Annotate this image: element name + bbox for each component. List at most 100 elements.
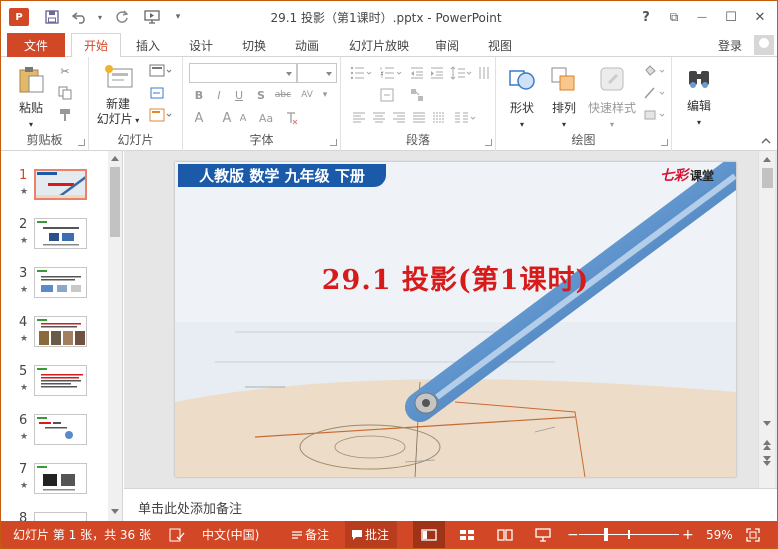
text-shadow-icon[interactable]: S — [253, 87, 269, 103]
shapes-button[interactable]: 形状 ▾ — [502, 65, 542, 132]
subject-label[interactable]: 人教版 数学 九年级 下册 — [178, 164, 386, 187]
shape-effects-icon[interactable] — [642, 107, 666, 123]
zoom-out-button[interactable]: − — [567, 521, 579, 548]
language-indicator[interactable]: 中文(中国) — [202, 521, 259, 548]
increase-font-size-icon[interactable]: A — [219, 110, 235, 126]
columns-icon[interactable] — [453, 110, 477, 126]
fit-slide-button[interactable] — [746, 521, 760, 548]
slide-show-button[interactable] — [535, 521, 551, 548]
scroll-thumb[interactable] — [762, 168, 773, 188]
underline-icon[interactable]: U — [231, 87, 247, 103]
slide-thumbnail-2[interactable]: 2 ★ — [1, 217, 107, 266]
align-center-icon[interactable] — [371, 110, 387, 126]
align-text-icon[interactable] — [379, 87, 395, 103]
scroll-up-arrow-icon[interactable] — [111, 156, 119, 161]
paste-button[interactable]: 粘贴 ▾ — [11, 65, 51, 132]
slide-thumbnail-4[interactable]: 4 ★ — [1, 315, 107, 364]
brand-mark[interactable]: 七彩 课堂 — [660, 164, 714, 186]
comments-toggle[interactable]: 批注 — [345, 521, 398, 548]
slide-sorter-button[interactable] — [459, 521, 475, 548]
ribbon-display-options-button[interactable]: ⧉ — [661, 6, 687, 28]
justify-icon[interactable] — [411, 110, 427, 126]
collapse-ribbon-icon[interactable] — [758, 133, 774, 149]
font-launcher-icon[interactable] — [330, 139, 337, 146]
scroll-down-arrow-icon[interactable] — [111, 509, 119, 514]
tab-transitions[interactable]: 切换 — [232, 33, 276, 57]
tab-file[interactable]: 文件 — [7, 33, 65, 57]
slide-thumbnail-1[interactable]: 1 ★ — [1, 168, 107, 217]
reading-view-button[interactable] — [497, 521, 513, 548]
scroll-thumb[interactable] — [110, 167, 120, 237]
slide-thumbnail-6[interactable]: 6 ★ — [1, 413, 107, 462]
tab-design[interactable]: 设计 — [179, 33, 223, 57]
slide-thumbnail-7[interactable]: 7 ★ — [1, 462, 107, 511]
tab-home[interactable]: 开始 — [71, 33, 121, 58]
layout-icon[interactable] — [149, 63, 173, 79]
tab-insert[interactable]: 插入 — [126, 33, 170, 57]
powerpoint-logo-icon[interactable]: P — [9, 8, 29, 26]
zoom-slider[interactable] — [579, 521, 679, 548]
line-spacing-icon[interactable] — [449, 65, 473, 81]
maximize-button[interactable]: ☐ — [718, 6, 744, 28]
decrease-indent-icon[interactable] — [409, 65, 425, 81]
save-icon[interactable] — [43, 8, 61, 26]
paragraph-launcher-icon[interactable] — [485, 139, 492, 146]
help-button[interactable]: ? — [633, 6, 659, 28]
tab-animations[interactable]: 动画 — [285, 33, 329, 57]
zoom-level[interactable]: 59% — [706, 521, 733, 548]
thumbnails-scrollbar[interactable] — [108, 151, 122, 521]
section-icon[interactable] — [149, 107, 173, 123]
slide-thumbnail-3[interactable]: 3 ★ — [1, 266, 107, 315]
spell-check-icon[interactable] — [169, 521, 185, 548]
reset-slide-icon[interactable] — [149, 85, 165, 101]
slide-thumbnail-5[interactable]: 5 ★ — [1, 364, 107, 413]
bullets-icon[interactable] — [349, 65, 373, 81]
align-right-icon[interactable] — [391, 110, 407, 126]
sign-in-link[interactable]: 登录 — [718, 37, 742, 54]
bold-icon[interactable]: B — [191, 87, 207, 103]
quick-styles-button[interactable]: 快速样式 ▾ — [584, 65, 640, 132]
scroll-up-arrow-icon[interactable] — [763, 157, 771, 162]
font-color-icon[interactable]: A — [191, 110, 207, 126]
tab-review[interactable]: 审阅 — [425, 33, 469, 57]
slide-title[interactable]: 29.1 投影(第1课时) — [175, 258, 736, 297]
font-name-combobox[interactable] — [189, 63, 297, 83]
undo-icon[interactable] — [71, 8, 89, 26]
cut-icon[interactable]: ✂ — [57, 63, 73, 79]
font-size-combobox[interactable] — [297, 63, 337, 83]
character-spacing-icon[interactable]: AV — [299, 87, 315, 103]
new-slide-button[interactable]: 新建 幻灯片 ▾ — [95, 63, 141, 128]
drawing-launcher-icon[interactable] — [661, 139, 668, 146]
editing-button[interactable]: 编辑 ▾ — [680, 65, 718, 130]
current-slide[interactable]: 人教版 数学 九年级 下册 七彩 课堂 29.1 投影(第1课时) — [175, 162, 736, 477]
clear-formatting-icon[interactable] — [283, 110, 299, 126]
convert-smartart-icon[interactable] — [409, 87, 425, 103]
decrease-font-size-icon[interactable]: A — [235, 110, 251, 126]
scroll-down-arrow-icon[interactable] — [763, 421, 771, 426]
minimize-button[interactable]: — — [689, 6, 715, 28]
undo-dropdown-icon[interactable]: ▾ — [91, 8, 109, 26]
redo-icon[interactable] — [113, 8, 131, 26]
avatar[interactable] — [754, 35, 774, 55]
zoom-thumb[interactable] — [604, 528, 608, 541]
normal-view-button[interactable] — [413, 521, 445, 548]
shape-outline-icon[interactable] — [642, 85, 666, 101]
shape-fill-icon[interactable] — [642, 63, 666, 79]
arrange-button[interactable]: 排列 ▾ — [544, 65, 584, 132]
italic-icon[interactable]: I — [211, 87, 227, 103]
notes-pane[interactable]: 单击此处添加备注 — [124, 488, 777, 521]
align-left-icon[interactable] — [351, 110, 367, 126]
increase-indent-icon[interactable] — [429, 65, 445, 81]
strikethrough-icon[interactable]: abc — [275, 87, 291, 103]
clipboard-launcher-icon[interactable] — [78, 139, 85, 146]
distributed-icon[interactable] — [431, 110, 447, 126]
change-case-icon[interactable]: Aa — [255, 110, 277, 126]
notes-toggle[interactable]: 备注 — [289, 521, 329, 548]
close-button[interactable]: ✕ — [747, 6, 773, 28]
slide-vertical-scrollbar[interactable] — [758, 151, 775, 488]
copy-icon[interactable] — [57, 85, 73, 101]
tab-view[interactable]: 视图 — [478, 33, 522, 57]
text-direction-icon[interactable] — [477, 65, 493, 81]
format-painter-icon[interactable] — [57, 107, 73, 123]
notes-placeholder[interactable]: 单击此处添加备注 — [138, 498, 242, 517]
